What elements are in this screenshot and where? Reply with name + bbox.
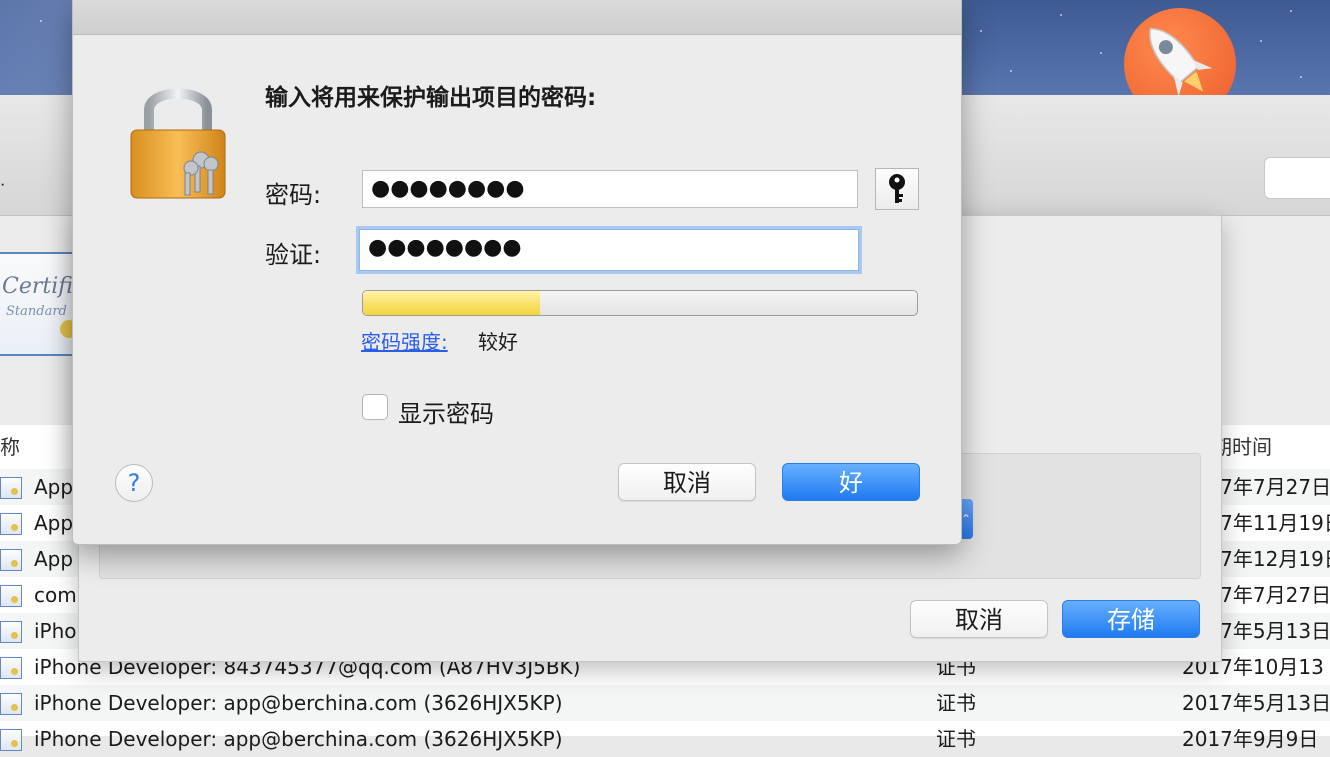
star (1010, 70, 1012, 72)
row-name: iPhone Developer: app@berchina.com (3626… (34, 727, 563, 751)
certificate-thumbnail: Certifica Standard (0, 252, 78, 356)
certificate-icon (0, 621, 22, 643)
star (1300, 76, 1302, 78)
strength-link[interactable]: 密码强度: (361, 326, 448, 355)
show-password-label[interactable]: 显示密码 (398, 394, 494, 429)
row-name: App (34, 547, 74, 571)
row-name: App (34, 511, 74, 535)
key-icon (889, 174, 905, 203)
strength-fill (363, 291, 541, 315)
certificate-script-2: Standard (6, 304, 67, 319)
certificate-icon (0, 657, 22, 679)
certificate-icon (0, 549, 22, 571)
help-button[interactable]: ? (115, 464, 153, 502)
column-header-name[interactable]: 称 (0, 427, 20, 467)
password-label: 密码: (265, 181, 322, 209)
table-row[interactable]: iPhone Developer: app@berchina.com (3626… (0, 721, 1330, 757)
certificate-icon (0, 729, 22, 751)
star (40, 20, 42, 22)
star (1290, 10, 1292, 12)
ok-button[interactable]: 好 (782, 463, 920, 501)
dialog-prompt: 输入将用来保护输出项目的密码: (265, 85, 597, 111)
password-strength-meter (362, 290, 918, 316)
search-field[interactable] (1264, 157, 1330, 199)
toolbar-edge-glyph: ᐧ (0, 175, 5, 196)
certificate-icon (0, 585, 22, 607)
strength-value: 较好 (478, 330, 518, 354)
row-kind: 证书 (936, 727, 976, 751)
certificate-script: Certifica (2, 274, 76, 299)
row-name: com (34, 583, 77, 607)
star (1260, 40, 1262, 42)
star (980, 30, 982, 32)
table-row[interactable]: iPhone Developer: app@berchina.com (3626… (0, 685, 1330, 721)
dialog-top-edge (73, 0, 961, 35)
lock-icon (130, 88, 226, 199)
certificate-icon (0, 693, 22, 715)
cancel-button[interactable]: 取消 (618, 463, 756, 501)
row-name: iPhone Developer: app@berchina.com (3626… (34, 691, 563, 715)
row-date: 2017年9月9日 (1182, 727, 1319, 751)
save-button[interactable]: 存储 (1062, 600, 1200, 638)
star (1060, 14, 1062, 16)
password-field[interactable]: ●●●●●●●● (362, 170, 858, 208)
verify-field[interactable]: ●●●●●●●● (359, 229, 859, 271)
password-dialog: 输入将用来保护输出项目的密码: 密码: ●●●●●●●● 验证: ●●●●●●●… (72, 0, 962, 545)
verify-label: 验证: (265, 241, 322, 269)
password-assistant-button[interactable] (875, 168, 919, 210)
certificate-icon (0, 477, 22, 499)
certificate-icon (0, 513, 22, 535)
row-kind: 证书 (936, 691, 976, 715)
row-name: App (34, 475, 74, 499)
row-name: iPho (34, 619, 77, 643)
row-date: 2017年5月13日 (1182, 691, 1330, 715)
sheet-cancel-button[interactable]: 取消 (910, 600, 1048, 638)
star (1100, 52, 1102, 54)
show-password-checkbox[interactable] (362, 394, 388, 420)
